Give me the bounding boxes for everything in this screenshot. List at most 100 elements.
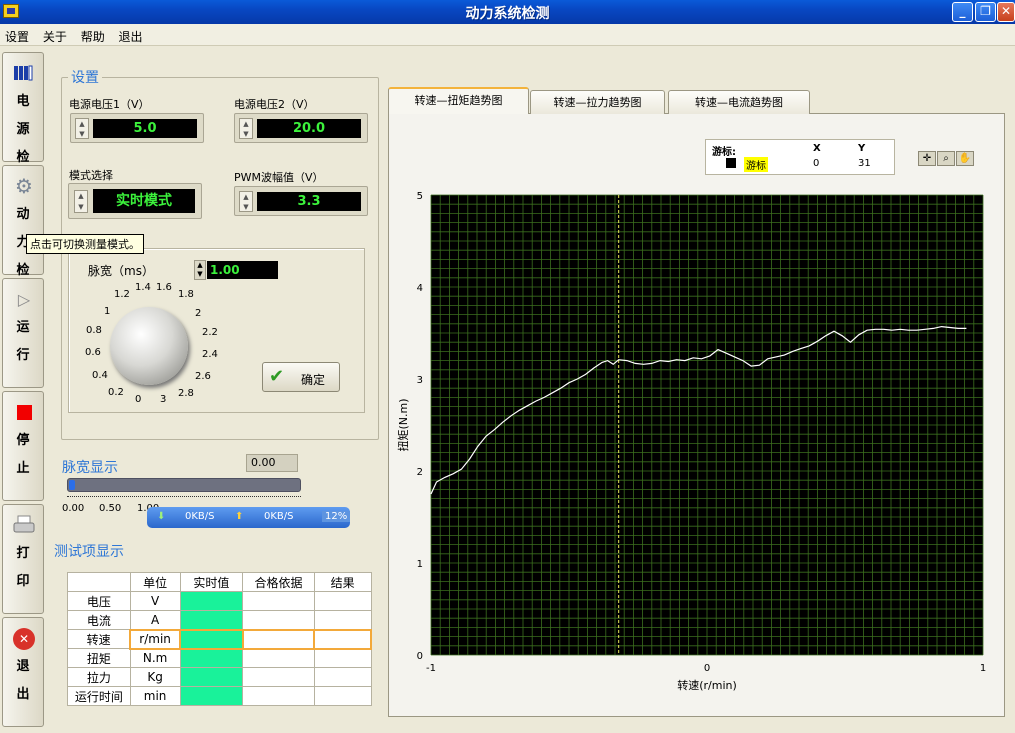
pwm-spinner[interactable]: ▲ ▼ (239, 191, 253, 212)
sidebar-item-exit[interactable]: ✕ 退 出 (2, 617, 44, 727)
sidebar-item-stop[interactable]: 停 止 (2, 391, 44, 501)
row-result[interactable] (313, 628, 372, 650)
mode-label: 模式选择 (69, 169, 113, 182)
pan-hand-icon[interactable]: ✋ (956, 151, 974, 166)
table-row: 扭矩 N.m (67, 648, 372, 668)
y-tick-label: 0 (417, 651, 423, 662)
row-criteria[interactable] (242, 648, 315, 668)
mode-tooltip: 点击可切换测量模式。 (26, 234, 144, 254)
tab-speed-current[interactable]: 转速—电流趋势图 (668, 90, 810, 114)
row-result[interactable] (313, 686, 372, 706)
voltage1-label: 电源电压1（V） (69, 98, 150, 111)
row-result[interactable] (313, 667, 372, 687)
row-value[interactable] (179, 591, 244, 611)
knob-tick: 1 (104, 306, 111, 317)
pulse-width-bar (67, 478, 301, 492)
graph-tools: ✛ ⌕ ✋ (918, 150, 980, 166)
row-result[interactable] (313, 648, 372, 668)
row-unit: V (129, 591, 181, 611)
power-supply-icon (13, 63, 35, 85)
network-percent: 12% (322, 511, 351, 522)
minimize-button[interactable]: _ (952, 2, 973, 22)
row-unit: Kg (129, 667, 181, 687)
row-criteria[interactable] (242, 686, 315, 706)
pulse-width-knob[interactable] (110, 307, 188, 385)
x-tick-label: -1 (426, 663, 436, 674)
sidebar-item-power-test[interactable]: 电 源 检 测 (2, 52, 44, 193)
tab-speed-tension[interactable]: 转速—拉力趋势图 (530, 90, 665, 114)
voltage1-spinner[interactable]: ▲ ▼ (75, 118, 89, 139)
menu-about[interactable]: 关于 (38, 24, 72, 45)
row-result[interactable] (313, 610, 372, 630)
mode-spinner[interactable]: ▲ ▼ (74, 190, 88, 213)
cursor-name[interactable]: 游标 (744, 157, 768, 172)
stop-icon (13, 402, 35, 424)
voltage1-value[interactable]: 5.0 (93, 119, 197, 138)
close-button[interactable]: ✕ (997, 2, 1015, 22)
row-result[interactable] (313, 591, 372, 611)
pwm-control[interactable]: ▲ ▼ 3.3 (234, 186, 368, 216)
row-criteria[interactable] (242, 667, 315, 687)
table-header: 实时值 (179, 572, 244, 592)
row-value[interactable] (179, 648, 244, 668)
mode-value[interactable]: 实时模式 (93, 189, 195, 213)
tab-speed-torque[interactable]: 转速—扭矩趋势图 (388, 87, 529, 114)
confirm-button[interactable]: ✔ 确定 (262, 362, 340, 392)
menu-help[interactable]: 帮助 (76, 24, 110, 45)
row-name: 电流 (67, 610, 131, 630)
speed-torque-chart[interactable]: 012345-1 0 1 转速(r/min) 扭矩(N.m) (395, 185, 995, 695)
table-header (67, 572, 131, 592)
results-table: 单位 实时值 合格依据 结果 电压 V 电流 A 转速 r/min 扭矩 N.m… (67, 572, 372, 706)
row-unit: min (129, 686, 181, 706)
crosshair-icon[interactable]: ✛ (918, 151, 936, 166)
knob-tick: 0 (135, 394, 142, 405)
maximize-button[interactable]: ❐ (975, 2, 996, 22)
sidebar-item-print[interactable]: 打 印 (2, 504, 44, 614)
window-title: 动力系统检测 (465, 6, 550, 22)
upload-arrow-icon: ⬆ (235, 511, 244, 522)
voltage2-value[interactable]: 20.0 (257, 119, 361, 138)
mode-select[interactable]: ▲ ▼ 实时模式 (68, 183, 202, 219)
sidebar-item-label: 退 出 (16, 659, 30, 702)
pwm-value[interactable]: 3.3 (257, 192, 361, 211)
exit-icon: ✕ (13, 628, 35, 650)
network-speed-bar: ⬇ 0KB/S ⬆ 0KB/S 12% (147, 507, 351, 528)
y-axis-label: 扭矩(N.m) (396, 398, 410, 451)
voltage2-control[interactable]: ▲ ▼ 20.0 (234, 113, 368, 143)
pulse-width-label: 脉宽（ms） (88, 264, 154, 278)
row-criteria[interactable] (242, 610, 315, 630)
voltage1-control[interactable]: ▲ ▼ 5.0 (70, 113, 204, 143)
zoom-icon[interactable]: ⌕ (937, 151, 955, 166)
row-value[interactable] (179, 686, 244, 706)
row-value[interactable] (179, 610, 244, 630)
sidebar-item-label: 停 止 (16, 433, 30, 476)
scale-label: 0.00 (62, 503, 85, 514)
table-header-row: 单位 实时值 合格依据 结果 (67, 572, 372, 592)
cursor-header: 游标: (712, 147, 736, 158)
sidebar-item-run[interactable]: ▷ 运 行 (2, 278, 44, 388)
row-criteria[interactable] (241, 628, 316, 650)
download-speed: 0KB/S (185, 511, 215, 522)
y-tick-label: 1 (417, 559, 423, 570)
voltage2-spinner[interactable]: ▲ ▼ (239, 118, 253, 139)
gear-icon: ⚙ (15, 174, 33, 198)
row-value[interactable] (179, 667, 244, 687)
menu-exit[interactable]: 退出 (114, 24, 148, 45)
row-value[interactable] (179, 628, 244, 650)
scale-label: 0.50 (99, 503, 122, 514)
knob-tick: 0.6 (85, 347, 101, 358)
pulse-width-spinner[interactable]: ▲ ▼ (194, 260, 206, 280)
cursor-marker-icon (726, 158, 736, 168)
row-name: 转速 (67, 629, 131, 649)
sidebar: 电 源 检 测 ⚙ 动 力 检 测 ▷ 运 行 停 止 打 印 ✕ 退 出 (0, 50, 45, 733)
pulse-width-value[interactable]: 1.00 (207, 261, 278, 279)
sidebar-item-dynamic-test[interactable]: ⚙ 动 力 检 测 (2, 165, 44, 306)
x-tick-label: 0 (704, 663, 710, 674)
knob-tick: 1.8 (178, 289, 194, 300)
printer-icon (13, 515, 35, 537)
menu-settings[interactable]: 设置 (0, 24, 34, 45)
cursor-y-header: Y (858, 143, 866, 154)
row-criteria[interactable] (242, 591, 315, 611)
pulse-width-input[interactable]: ▲ ▼ 1.00 (194, 260, 278, 280)
pulse-display-value: 0.00 (246, 454, 298, 472)
